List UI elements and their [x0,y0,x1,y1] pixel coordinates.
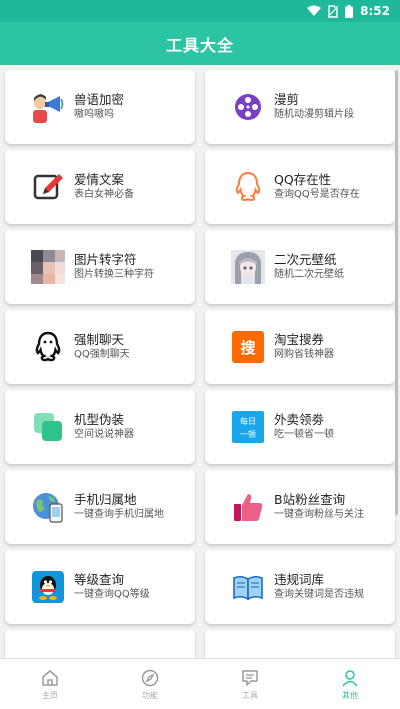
blurred-photo-icon [31,250,65,284]
tool-title: 机型伪装 [74,412,125,427]
home-icon [42,669,58,686]
tool-subtitle: 查询关键词是否违规 [274,589,364,600]
svg-text:一顿: 一顿 [240,429,256,439]
taobao-search-icon: 搜 [231,330,265,364]
tool-subtitle: 表白女神必备 [74,189,134,200]
globe-phone-icon [31,490,65,524]
tool-subtitle: 空间说说神器 [74,429,134,440]
tool-title: 等级查询 [74,572,125,587]
tool-list[interactable]: 兽语加密嗷呜嗷呜 漫剪随机动漫剪辑片段爱情文案表白女神必备 QQ存在性查询QQ号是否… [0,65,400,658]
wifi-icon [307,5,322,16]
tool-card[interactable]: 二次元壁纸随机二次元壁纸 [205,230,395,304]
nav-home-label: 主页 [42,690,58,700]
tool-card[interactable]: B站粉丝查询一键查询粉丝与关注 [205,470,395,544]
tool-card[interactable]: 搜淘宝搜券 网购省钱神器 [205,310,395,384]
tool-subtitle: 随机二次元壁纸 [274,269,344,280]
film-reel-icon [231,90,265,124]
tool-title: 爱情文案 [74,172,125,187]
megaphone-person-icon [31,90,65,124]
tool-card[interactable]: 强制聊天 QQ强制聊天 [5,310,195,384]
tool-card[interactable]: 看入图片表描 [205,630,395,658]
app-bar: 工具大全 [0,22,400,65]
nav-home[interactable]: 主页 [0,659,100,709]
qq-penguin-color-icon [31,570,65,604]
svg-text:搜: 搜 [240,339,256,357]
image-tag-icon: 看入 [231,650,265,658]
bottom-nav: 主页 功能 工具 其他 [0,658,400,709]
tool-card[interactable]: 图片转字符图片转换三种字符 [5,230,195,304]
penguin-icon [31,330,65,364]
nav-tools-label: 工具 [242,690,258,700]
tool-text: B站粉丝查询一键查询粉丝与关注 [274,492,364,522]
tool-text: 淘宝搜券网购省钱神器 [274,332,334,362]
person-icon [342,669,358,686]
tool-title: B站粉丝查询 [274,492,346,507]
tool-subtitle: 随机动漫剪辑片段 [274,109,354,120]
tool-text: 外卖领劵吃一顿省一顿 [274,412,334,442]
tool-card[interactable]: 漫剪随机动漫剪辑片段 [205,70,395,144]
tool-text: 机型伪装空间说说神器 [74,412,134,442]
nav-other-label: 其他 [342,690,358,700]
nav-features-label: 功能 [142,690,158,700]
status-time: 8:52 [360,4,390,18]
tool-text: QQ存在性查询QQ号是否存在 [274,172,360,202]
tool-title: 兽语加密 [74,92,125,107]
tool-card[interactable]: 兽语加密 嗷呜嗷呜 [5,70,195,144]
tool-title: 二次元壁纸 [274,252,337,267]
tool-title: 淘宝搜券 [274,332,325,347]
tool-subtitle: 吃一顿省一顿 [274,429,334,440]
tool-card[interactable]: 每日 一顿 外卖领劵 吃一顿省一顿 [205,390,395,464]
tool-text: 手机归属地一键查询手机归属地 [74,492,164,522]
layers-icon [31,410,65,444]
tool-text: 违规词库查询关键词是否违规 [274,572,364,602]
tool-text: 兽语加密 嗷呜嗷呜 [74,92,124,122]
scrollbar[interactable] [395,70,398,515]
battery-icon [345,4,354,18]
tool-subtitle: 网购省钱神器 [274,349,334,360]
tool-text: 爱情文案表白女神必备 [74,172,134,202]
tool-subtitle: 查询QQ号是否存在 [274,189,360,200]
daily-coupon-icon: 每日 一顿 [231,410,265,444]
tool-title: 图片转字符 [74,252,137,267]
tool-card[interactable]: 爱情文案表白女神必备 [5,150,195,224]
tool-card[interactable]: HTML代码运行 [5,630,195,658]
svg-text:每日: 每日 [240,416,256,426]
status-bar: 8:52 [0,0,400,22]
tool-text: 等级查询一键查询QQ等级 [74,572,150,602]
nav-tools[interactable]: 工具 [200,659,300,709]
tool-card[interactable]: 手机归属地一键查询手机归属地 [5,470,195,544]
tool-subtitle: 图片转换三种字符 [74,269,154,280]
tool-title: QQ存在性 [274,172,332,187]
tool-title: 漫剪 [274,92,300,107]
thumbs-up-icon [231,490,265,524]
no-sim-icon [328,4,339,18]
page-title: 工具大全 [165,35,234,55]
tool-text: 图片转字符图片转换三种字符 [74,252,154,282]
tool-card[interactable]: 机型伪装空间说说神器 [5,390,195,464]
tool-subtitle: QQ强制聊天 [74,349,130,360]
pen-edit-icon [31,170,65,204]
tool-card[interactable]: 违规词库查询关键词是否违规 [205,550,395,624]
qq-outline-icon [231,170,265,204]
tool-subtitle: 一键查询粉丝与关注 [274,509,364,520]
tool-subtitle: 一键查询QQ等级 [74,589,150,600]
tool-subtitle: 一键查询手机归属地 [74,509,164,520]
tool-card[interactable]: 等级查询一键查询QQ等级 [5,550,195,624]
tool-card[interactable]: QQ存在性查询QQ号是否存在 [205,150,395,224]
tool-text: 二次元壁纸随机二次元壁纸 [274,252,344,282]
anime-girl-icon [231,250,265,284]
compass-icon [141,669,159,686]
tool-text: 漫剪随机动漫剪辑片段 [274,92,354,122]
code-icon [31,650,65,658]
tool-title: 强制聊天 [74,332,125,347]
tool-title: 外卖领劵 [274,412,325,427]
tool-subtitle: 嗷呜嗷呜 [74,109,114,120]
tool-title: 手机归属地 [74,492,137,507]
tool-title: 违规词库 [274,572,325,587]
tool-text: 强制聊天 QQ强制聊天 [74,332,130,362]
chat-icon [242,669,258,686]
open-book-icon [231,570,265,604]
nav-features[interactable]: 功能 [100,659,200,709]
nav-other[interactable]: 其他 [300,659,400,709]
